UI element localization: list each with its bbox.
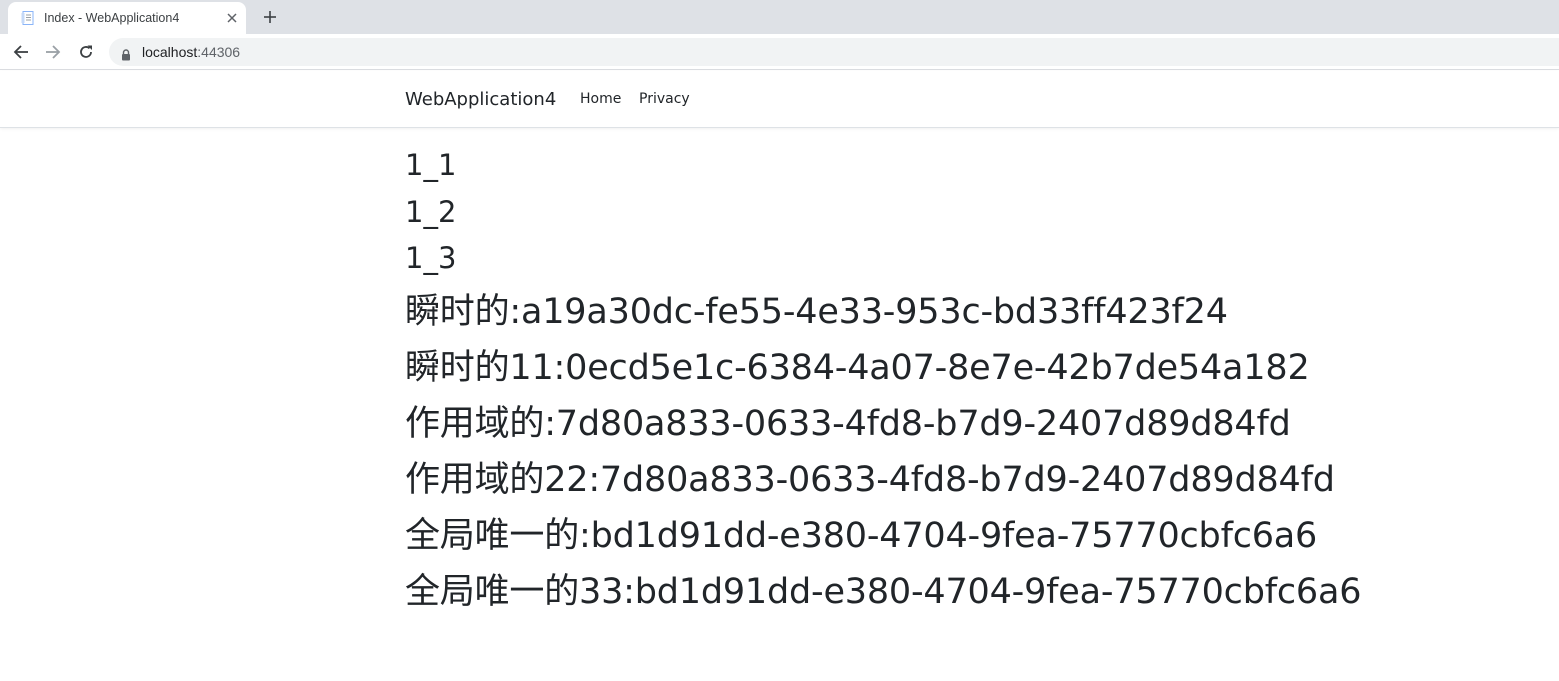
address-bar[interactable]: localhost:44306 bbox=[109, 38, 1559, 66]
url-host: localhost bbox=[142, 44, 198, 60]
tab-title: Index - WebApplication4 bbox=[44, 11, 180, 25]
nav-link-home[interactable]: Home bbox=[580, 71, 621, 128]
singleton-guid-33: 全局唯一的33:bd1d91dd-e380-4704-9fea-75770cbf… bbox=[405, 571, 1362, 612]
scoped-guid: 作用域的:7d80a833-0633-4fd8-b7d9-2407d89d84f… bbox=[405, 403, 1291, 444]
transient-guid: 瞬时的:a19a30dc-fe55-4e33-953c-bd33ff423f24 bbox=[405, 291, 1228, 332]
nav-link-privacy[interactable]: Privacy bbox=[639, 71, 690, 128]
text-line-1-1: 1_1 bbox=[405, 148, 457, 182]
url-text[interactable]: localhost:44306 bbox=[142, 38, 240, 66]
site-navbar: WebApplication4 Home Privacy bbox=[0, 71, 1559, 128]
browser-tabstrip: Index - WebApplication4 bbox=[0, 0, 1559, 34]
url-port: :44306 bbox=[197, 44, 241, 60]
main-content: 1_1 1_2 1_3 瞬时的:a19a30dc-fe55-4e33-953c-… bbox=[405, 144, 1505, 620]
document-icon bbox=[20, 10, 36, 26]
back-arrow-icon[interactable] bbox=[10, 41, 32, 63]
text-line-1-2: 1_2 bbox=[405, 194, 457, 229]
scoped-guid-22: 作用域的22:7d80a833-0633-4fd8-b7d9-2407d89d8… bbox=[405, 459, 1335, 500]
brand-link[interactable]: WebApplication4 bbox=[405, 71, 556, 128]
singleton-guid: 全局唯一的:bd1d91dd-e380-4704-9fea-75770cbfc6… bbox=[405, 515, 1318, 556]
browser-tab[interactable]: Index - WebApplication4 bbox=[8, 2, 246, 34]
transient-guid-11: 瞬时的11:0ecd5e1c-6384-4a07-8e7e-42b7de54a1… bbox=[405, 347, 1310, 388]
new-tab-plus-icon[interactable] bbox=[259, 6, 281, 28]
text-line-1-3: 1_3 bbox=[405, 241, 457, 275]
reload-icon[interactable] bbox=[75, 41, 97, 63]
lock-icon[interactable] bbox=[121, 46, 131, 61]
browser-toolbar: localhost:44306 bbox=[0, 34, 1559, 70]
forward-arrow-icon[interactable] bbox=[42, 41, 64, 63]
close-icon[interactable] bbox=[224, 10, 240, 26]
